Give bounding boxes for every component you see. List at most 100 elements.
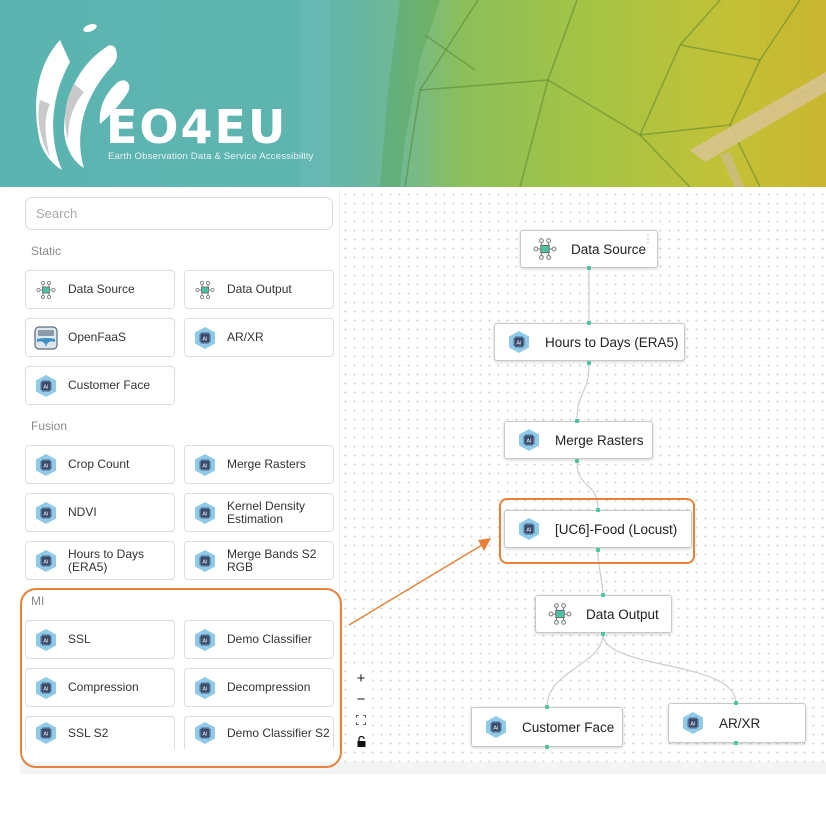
ai-chip-icon: AI — [34, 374, 58, 398]
palette-item-label: Merge Bands S2 RGB — [227, 546, 317, 574]
palette-item-decompression[interactable]: AI Decompression — [184, 668, 334, 707]
flow-node-data-output[interactable]: Data Output — [535, 595, 672, 633]
ai-chip-icon: AI — [193, 676, 217, 700]
svg-text:AI: AI — [202, 638, 208, 644]
svg-text:AI: AI — [43, 511, 49, 517]
flow-node-customer-face[interactable]: AI Customer Face — [471, 707, 623, 747]
search-input[interactable] — [25, 197, 333, 230]
palette-item-label: Customer Face — [68, 378, 151, 392]
node-handle-target[interactable] — [587, 321, 591, 325]
palette-item-label: Kernel Density Estimation — [227, 498, 306, 526]
flow-node-ar-xr[interactable]: AI AR/XR — [668, 703, 806, 743]
node-handle-target[interactable] — [575, 419, 579, 423]
palette-item-merge-rasters[interactable]: AI Merge Rasters — [184, 445, 334, 484]
palette-item-demo-classifier[interactable]: AI Demo Classifier — [184, 620, 334, 659]
node-handle-source[interactable] — [575, 459, 579, 463]
palette-item-ar-xr[interactable]: AI AR/XR — [184, 318, 334, 357]
node-handle-source[interactable] — [545, 745, 549, 749]
svg-text:AI: AI — [43, 463, 49, 469]
ai-chip-icon: AI — [34, 628, 58, 652]
openfaas-whale-icon — [34, 325, 58, 350]
svg-text:AI: AI — [43, 559, 49, 565]
flow-node-data-source[interactable]: Data Source ⋮ — [520, 230, 658, 268]
node-handle-target[interactable] — [734, 701, 738, 705]
palette-item-demo-classifier-s2[interactable]: AI Demo Classifier S2 — [184, 716, 334, 749]
svg-text:AI: AI — [526, 438, 532, 444]
header-banner: EO4EU Earth Observation Data & Service A… — [0, 0, 826, 187]
palette-item-merge-bands-s2-rgb[interactable]: AI Merge Bands S2 RGB — [184, 541, 334, 580]
zoom-in-button[interactable]: + — [350, 668, 372, 688]
section-label-mi: MI — [31, 594, 45, 608]
ai-chip-icon: AI — [515, 426, 543, 454]
palette-item-crop-count[interactable]: AI Crop Count — [25, 445, 175, 484]
node-label: Merge Rasters — [555, 432, 644, 448]
palette-item-hours-to-days-era5[interactable]: AI Hours to Days (ERA5) — [25, 541, 175, 580]
bottom-scroll-area — [20, 762, 826, 774]
node-menu-icon[interactable]: ⋮ — [643, 235, 653, 245]
palette-item-ssl-s2[interactable]: AI SSL S2 — [25, 716, 175, 749]
palette-item-data-output[interactable]: Data Output — [184, 270, 334, 309]
node-label: Data Output — [586, 606, 659, 622]
svg-text:AI: AI — [526, 527, 532, 533]
palette-item-data-source[interactable]: Data Source — [25, 270, 175, 309]
node-palette-sidebar: Static Data Source Data Output OpenFaaS … — [20, 190, 340, 750]
node-handle-source[interactable] — [734, 741, 738, 745]
palette-item-customer-face[interactable]: AI Customer Face — [25, 366, 175, 405]
ai-chip-icon: AI — [515, 515, 543, 543]
ai-chip-icon: AI — [34, 721, 58, 745]
node-label: Customer Face — [522, 719, 615, 735]
canvas-controls: + − — [350, 668, 372, 752]
fit-view-icon — [356, 715, 366, 725]
palette-item-label: Compression — [68, 680, 139, 694]
palette-item-label: Decompression — [227, 680, 311, 694]
node-label: Hours to Days (ERA5) — [545, 334, 679, 350]
ai-chip-icon: AI — [193, 549, 217, 573]
svg-text:AI: AI — [43, 731, 49, 737]
svg-text:AI: AI — [202, 511, 208, 517]
flow-node-uc6-food-locust[interactable]: AI [UC6]-Food (Locust) — [504, 510, 692, 548]
node-handle-target[interactable] — [601, 593, 605, 597]
svg-text:AI: AI — [43, 384, 49, 390]
palette-item-label: Crop Count — [68, 457, 130, 471]
svg-text:AI: AI — [202, 731, 208, 737]
palette-item-label: Data Source — [68, 282, 135, 296]
ai-chip-icon: AI — [34, 453, 58, 477]
ai-chip-icon: AI — [193, 326, 217, 350]
node-handle-target[interactable] — [596, 508, 600, 512]
palette-item-label: Demo Classifier S2 — [227, 725, 330, 740]
node-handle-source[interactable] — [587, 361, 591, 365]
node-handle-target[interactable] — [545, 705, 549, 709]
palette-item-ndvi[interactable]: AI NDVI — [25, 493, 175, 532]
svg-text:AI: AI — [202, 559, 208, 565]
svg-text:AI: AI — [43, 686, 49, 692]
fit-view-button[interactable] — [350, 710, 372, 730]
ai-chip-icon: AI — [193, 721, 217, 745]
palette-item-kernel-density-estimation[interactable]: AI Kernel Density Estimation — [184, 493, 334, 532]
node-label: AR/XR — [719, 715, 761, 731]
ai-chip-icon: AI — [34, 676, 58, 700]
node-handle-source[interactable] — [601, 632, 605, 636]
palette-item-label: SSL — [68, 632, 91, 646]
node-label: Data Source — [571, 241, 647, 257]
svg-text:AI: AI — [43, 638, 49, 644]
zoom-out-button[interactable]: − — [350, 689, 372, 709]
node-handle-source[interactable] — [587, 266, 591, 270]
svg-text:AI: AI — [690, 721, 696, 727]
section-label-static: Static — [31, 244, 62, 258]
palette-item-openfaas[interactable]: OpenFaaS — [25, 318, 175, 357]
svg-text:AI: AI — [202, 463, 208, 469]
palette-item-compression[interactable]: AI Compression — [25, 668, 175, 707]
node-handle-source[interactable] — [596, 548, 600, 552]
palette-item-label: OpenFaaS — [68, 330, 127, 344]
page: EO4EU Earth Observation Data & Service A… — [0, 0, 826, 825]
palette-item-ssl[interactable]: AI SSL — [25, 620, 175, 659]
lock-toggle-button[interactable] — [350, 731, 372, 751]
ai-chip-icon: AI — [34, 501, 58, 525]
palette-item-label: Demo Classifier — [227, 632, 312, 646]
node-label: [UC6]-Food (Locust) — [555, 521, 678, 537]
flow-node-merge-rasters[interactable]: AI Merge Rasters — [504, 421, 653, 459]
svg-text:AI: AI — [516, 340, 522, 346]
flow-canvas[interactable] — [341, 190, 826, 762]
flow-node-hours-to-days[interactable]: AI Hours to Days (ERA5) — [494, 323, 685, 361]
palette-item-label: Merge Rasters — [227, 457, 306, 471]
